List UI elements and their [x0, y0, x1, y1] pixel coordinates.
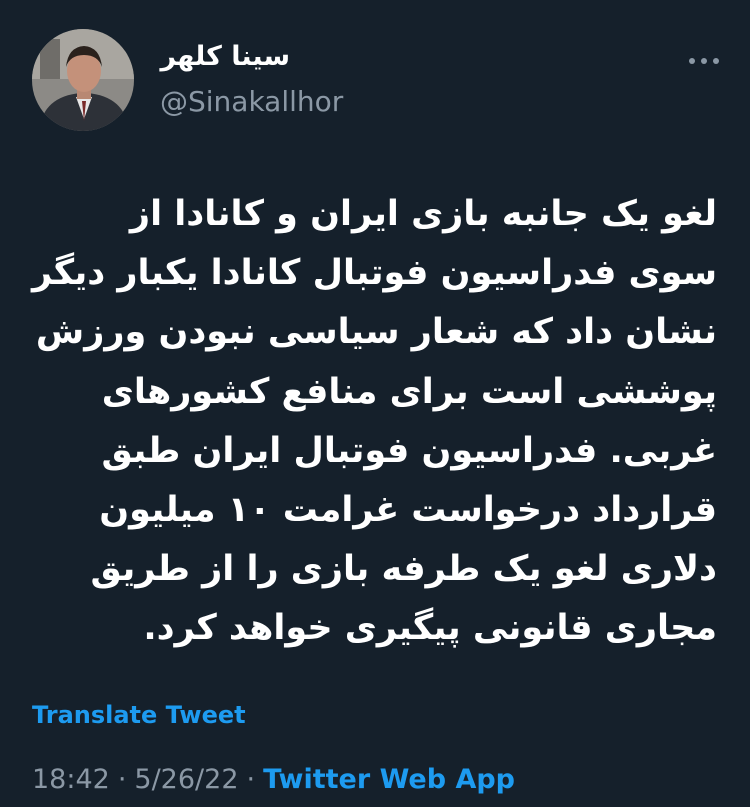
- author-display-name[interactable]: سینا کلهر: [161, 41, 290, 72]
- tweet-date[interactable]: 5/26/22: [134, 764, 238, 795]
- author-handle[interactable]: @Sinakallhor: [160, 85, 343, 118]
- tweet-time[interactable]: 18:42: [32, 764, 110, 795]
- more-horizontal-icon[interactable]: [684, 46, 724, 76]
- meta-separator: ·: [246, 764, 256, 795]
- tweet-line: پوششی است برای منافع کشورهای: [101, 371, 717, 412]
- tweet-metadata: 18:42 · 5/26/22 · Twitter Web App: [32, 764, 515, 795]
- avatar[interactable]: [32, 29, 134, 131]
- avatar-photo: [32, 29, 134, 131]
- tweet-line: لغو یک جانبه بازی ایران و کانادا از: [129, 194, 717, 234]
- meta-separator: ·: [117, 764, 127, 795]
- tweet-source-link[interactable]: Twitter Web App: [263, 764, 515, 795]
- tweet-line: مجاری قانونی پیگیری خواهد کرد.: [143, 608, 717, 649]
- tweet-line: نشان داد که شعار سیاسی نبودن ورزش: [35, 312, 717, 353]
- tweet-line: دلاری لغو یک طرفه بازی را از طریق: [90, 549, 717, 590]
- tweet-line: سوی فدراسیون فوتبال کانادا یکبار دیگر: [31, 253, 717, 294]
- tweet-line: غربی. فدراسیون فوتبال ایران طبق: [101, 430, 717, 471]
- tweet-line: قرارداد درخواست غرامت ۱۰ میلیون: [99, 490, 717, 531]
- translate-tweet-link[interactable]: Translate Tweet: [32, 701, 246, 729]
- tweet-text: لغو یک جانبه بازی ایران و کانادا از سوی …: [28, 185, 717, 659]
